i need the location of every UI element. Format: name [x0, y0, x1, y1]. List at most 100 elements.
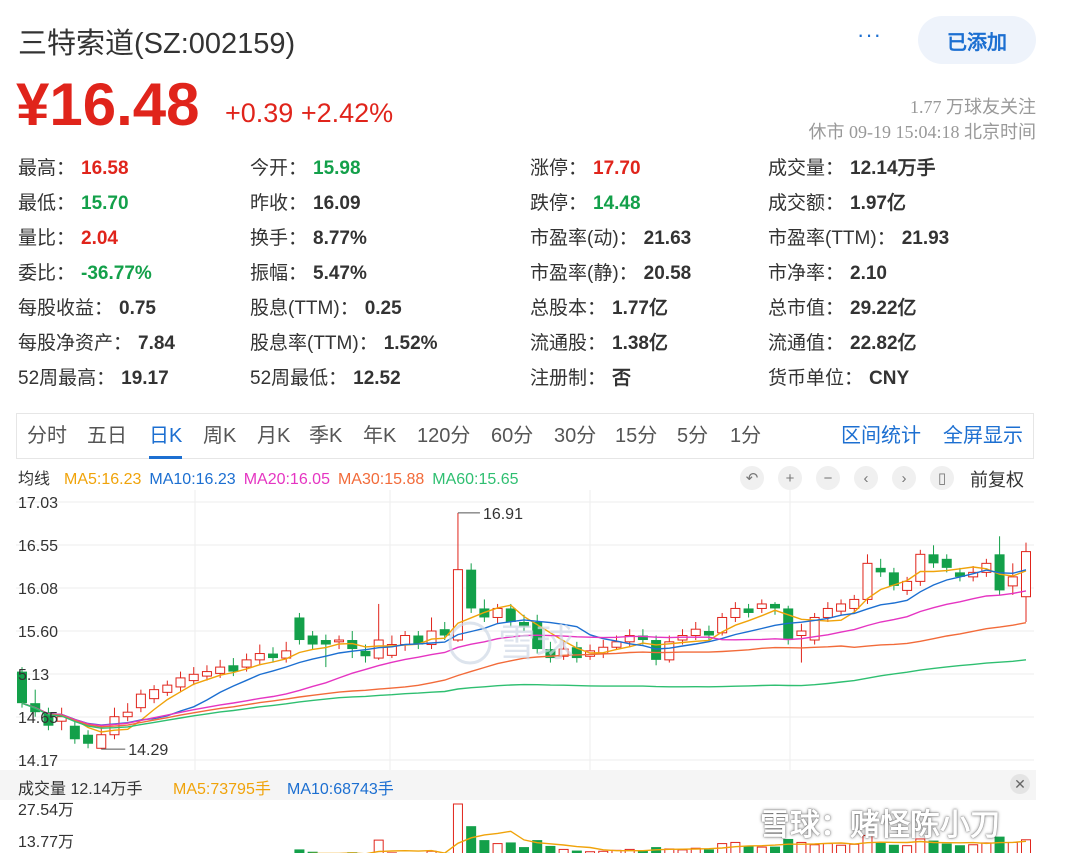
candle-body — [122, 711, 133, 718]
quote-value: CNY — [869, 368, 910, 389]
quote-value: 0.25 — [364, 298, 402, 319]
tab-4[interactable]: 月K — [257, 414, 290, 458]
quote-item: 振幅： 5.47% — [250, 258, 367, 285]
quote-value: 14.48 — [593, 193, 641, 214]
volume-bar — [479, 840, 490, 853]
zoom-in-icon[interactable]: + — [778, 466, 802, 490]
price-change-value: +0.39 — [225, 98, 294, 128]
quote-value: 19.17 — [121, 368, 169, 389]
quote-label: 市盈率(动)： — [530, 228, 638, 249]
quote-item: 注册制：否 — [530, 363, 631, 390]
quote-item: 跌停： 14.48 — [530, 188, 641, 215]
watermark: 雪球：赌怪陈小刀 — [760, 809, 1000, 842]
volume-bar — [954, 845, 965, 853]
quote-value: 8.77% — [313, 228, 367, 249]
quote-item: 最低： 15.70 — [18, 188, 129, 215]
candle-body — [373, 639, 384, 659]
volume-label: 成交量 12.14万手 — [18, 781, 143, 798]
quote-item: 52周最低： 12.52 — [250, 363, 401, 390]
quote-item: 委比： -36.77% — [18, 258, 152, 285]
quote-label: 成交量： — [768, 158, 845, 179]
quote-value: 0.75 — [119, 298, 156, 319]
candle-body — [703, 631, 714, 636]
quote-value: 2.10 — [850, 263, 887, 284]
candle-body — [149, 689, 160, 700]
quote-value: 21.63 — [643, 228, 692, 249]
tab-11[interactable]: 5分 — [677, 414, 708, 458]
quote-value: 12.14万手 — [850, 158, 936, 179]
current-price: ¥16.48 — [16, 71, 200, 138]
candle-body — [334, 639, 345, 643]
zoom-out-icon[interactable]: − — [816, 466, 840, 490]
tab-8[interactable]: 60分 — [491, 414, 533, 458]
added-button[interactable]: 已添加 — [918, 16, 1036, 64]
volume-bar — [1007, 841, 1018, 853]
quote-value: 16.58 — [81, 158, 129, 179]
more-button[interactable]: ··· — [857, 22, 882, 48]
y-tick-label: 15.60 — [18, 624, 58, 641]
volume-y-tick: 13.77万 — [18, 834, 74, 851]
volume-bar — [743, 845, 754, 853]
volume-bar — [294, 849, 305, 853]
close-icon[interactable]: ✕ — [1010, 774, 1030, 794]
quote-value: 5.47% — [313, 263, 367, 284]
volume-bar — [809, 844, 820, 853]
candle-body — [201, 671, 212, 677]
y-tick-label: 14.65 — [18, 710, 58, 727]
quote-label: 最高： — [18, 158, 76, 179]
candle-body — [756, 603, 767, 609]
quote-label: 货币单位： — [768, 368, 864, 389]
range-stats-link[interactable]: 区间统计 — [841, 414, 921, 458]
quote-item: 涨停： 17.70 — [530, 153, 641, 180]
quote-value: 21.93 — [901, 228, 950, 249]
volume-bar — [756, 846, 767, 853]
tab-6[interactable]: 年K — [363, 414, 396, 458]
quote-label: 市盈率(静)： — [530, 263, 638, 284]
candle-toggle-icon[interactable]: ▯ — [930, 466, 954, 490]
quote-label: 最低： — [18, 193, 76, 214]
quote-label: 注册制： — [530, 368, 607, 389]
tab-12[interactable]: 1分 — [730, 414, 761, 458]
tab-9[interactable]: 30分 — [554, 414, 596, 458]
candle-body — [135, 693, 146, 709]
undo-icon[interactable]: ↶ — [740, 466, 764, 490]
quote-item: 成交量： 12.14万手 — [768, 153, 936, 180]
adjust-mode-selector[interactable]: 前复权 — [970, 466, 1024, 492]
candle-body — [875, 567, 886, 573]
volume-bar — [875, 842, 886, 853]
ma-legend-item: MA20:16.05 — [243, 471, 330, 488]
candle-body — [466, 569, 477, 609]
candlestick-chart[interactable]: 17.03 16.55 16.08 15.60 5.13 14.65 14.17 16.91 1… — [0, 490, 1040, 770]
candle-body — [241, 659, 252, 668]
candle-body — [254, 653, 265, 661]
quote-label: 52周最低： — [250, 368, 348, 389]
fullscreen-link[interactable]: 全屏显示 — [943, 414, 1023, 458]
tab-0[interactable]: 分时 — [27, 414, 67, 458]
quote-value: 17.70 — [593, 158, 641, 179]
price-change: +0.39 +2.42% — [225, 98, 393, 129]
pan-right-icon[interactable]: › — [892, 466, 916, 490]
candle-body — [1007, 576, 1018, 587]
tab-2[interactable]: 日K — [149, 414, 183, 459]
candle-body — [743, 608, 754, 613]
quote-label: 委比： — [18, 263, 76, 284]
y-tick-label: 5.13 — [18, 667, 49, 684]
y-tick-label: 17.03 — [18, 495, 58, 512]
volume-header: 成交量 12.14万手 MA5:73795手 MA10:68743手 — [0, 770, 1036, 800]
tab-5[interactable]: 季K — [309, 414, 342, 458]
tab-7[interactable]: 120分 — [417, 414, 470, 458]
pan-left-icon[interactable]: ‹ — [854, 466, 878, 490]
quote-item: 货币单位： CNY — [768, 363, 909, 390]
quote-value: -36.77% — [81, 263, 152, 284]
candle-body — [492, 607, 503, 618]
tab-10[interactable]: 15分 — [615, 414, 657, 458]
quote-label: 52周最高： — [18, 368, 116, 389]
candle-body — [294, 617, 305, 641]
tab-3[interactable]: 周K — [203, 414, 236, 458]
candle-body — [162, 684, 173, 693]
quote-value: 1.52% — [383, 333, 438, 354]
volume-bar — [545, 845, 556, 853]
quote-label: 流通值： — [768, 333, 845, 354]
tab-1[interactable]: 五日 — [87, 414, 127, 458]
volume-bar — [849, 843, 860, 853]
